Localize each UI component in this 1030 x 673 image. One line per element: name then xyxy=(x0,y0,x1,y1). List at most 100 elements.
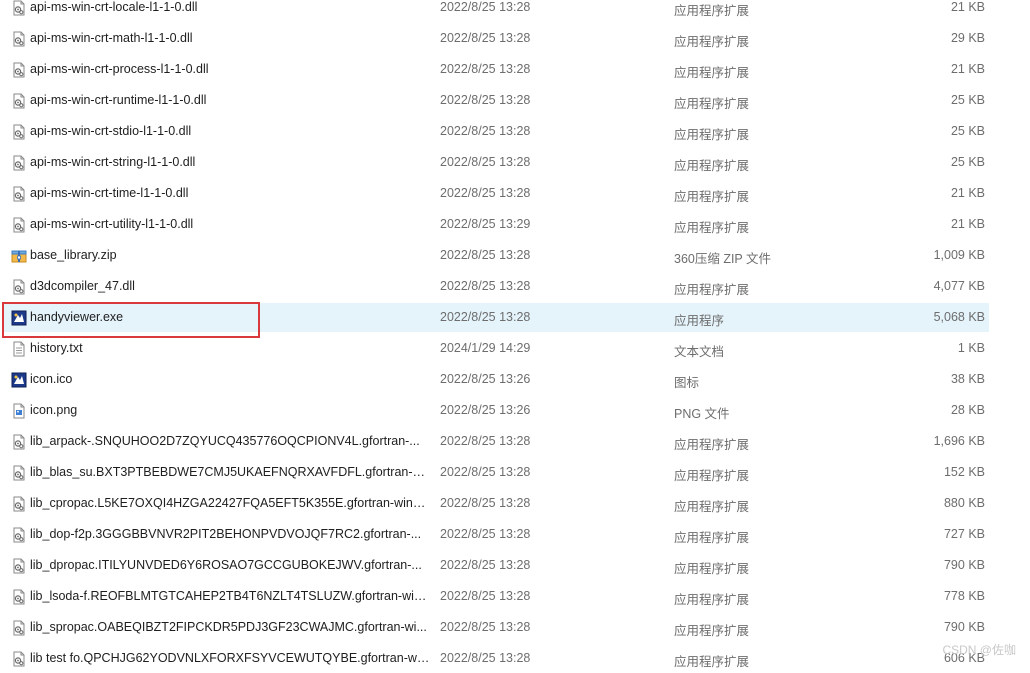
dll-icon xyxy=(11,279,27,295)
file-date-modified: 2022/8/25 13:28 xyxy=(440,62,531,76)
file-row[interactable]: lib_spropac.OABEQIBZT2FIPCKDR5PDJ3GF23CW… xyxy=(4,613,989,642)
file-date-modified: 2022/8/25 13:26 xyxy=(440,372,531,386)
file-size: 1,696 KB xyxy=(933,434,985,448)
file-size: 25 KB xyxy=(950,124,985,138)
dll-icon xyxy=(11,217,27,233)
file-row[interactable]: api-ms-win-crt-utility-l1-1-0.dll 2022/8/… xyxy=(4,210,989,239)
file-date-modified: 2022/8/25 13:28 xyxy=(440,527,531,541)
file-size: 25 KB xyxy=(950,93,985,107)
file-size: 1 KB xyxy=(957,341,985,355)
file-type: 应用程序 xyxy=(674,314,725,328)
dll-icon xyxy=(11,62,27,78)
file-row[interactable]: handyviewer.exe 2022/8/25 13:28 应用程序 5,068 … xyxy=(4,303,989,332)
dll-icon xyxy=(11,496,27,512)
file-size: 38 KB xyxy=(950,372,985,386)
file-date-modified: 2022/8/25 13:28 xyxy=(440,31,531,45)
file-name: icon.ico xyxy=(30,372,73,386)
file-type: 文本文档 xyxy=(674,345,725,359)
file-row[interactable]: history.txt 2024/1/29 14:29 文本文档 1 KB xyxy=(4,334,989,363)
file-size: 152 KB xyxy=(943,465,985,479)
file-size: 790 KB xyxy=(943,620,985,634)
dll-icon xyxy=(11,558,27,574)
file-size: 21 KB xyxy=(950,217,985,231)
file-type: 应用程序扩展 xyxy=(674,66,750,80)
dll-icon xyxy=(11,186,27,202)
file-date-modified: 2022/8/25 13:28 xyxy=(440,0,531,14)
file-name: d3dcompiler_47.dll xyxy=(30,279,135,293)
file-type: 应用程序扩展 xyxy=(674,562,750,576)
file-row[interactable]: api-ms-win-crt-process-l1-1-0.dll 2022/8/… xyxy=(4,55,989,84)
file-date-modified: 2022/8/25 13:28 xyxy=(440,651,531,665)
file-row[interactable]: api-ms-win-crt-stdio-l1-1-0.dll 2022/8/25… xyxy=(4,117,989,146)
file-row[interactable]: lib_dpropac.ITILYUNVDED6Y6ROSAO7GCCGUBOK… xyxy=(4,551,989,580)
file-name: api-ms-win-crt-process-l1-1-0.dll xyxy=(30,62,209,76)
file-size: 778 KB xyxy=(943,589,985,603)
file-date-modified: 2022/8/25 13:29 xyxy=(440,217,531,231)
file-type: 应用程序扩展 xyxy=(674,128,750,142)
file-date-modified: 2022/8/25 13:28 xyxy=(440,558,531,572)
file-name: base_library.zip xyxy=(30,248,117,262)
zip-archive-icon xyxy=(11,248,27,264)
file-size: 1,009 KB xyxy=(933,248,985,262)
dll-icon xyxy=(11,0,27,16)
file-row[interactable]: lib test fo.QPCHJG62YODVNLXFORXFSYVCEWUT… xyxy=(4,644,989,673)
file-date-modified: 2022/8/25 13:26 xyxy=(440,403,531,417)
file-row[interactable]: icon.png 2022/8/25 13:26 PNG 文件 28 KB xyxy=(4,396,989,425)
file-name: lib_blas_su.BXT3PTBEBDWE7CMJ5UKAEFNQRXAV… xyxy=(30,465,430,479)
file-type: 应用程序扩展 xyxy=(674,283,750,297)
file-name: api-ms-win-crt-string-l1-1-0.dll xyxy=(30,155,196,169)
file-row[interactable]: lib_arpack-.SNQUHOO2D7ZQYUCQ435776OQCPIO… xyxy=(4,427,989,456)
file-name: handyviewer.exe xyxy=(30,310,124,324)
file-name: api-ms-win-crt-stdio-l1-1-0.dll xyxy=(30,124,192,138)
dll-icon xyxy=(11,31,27,47)
file-size: 21 KB xyxy=(950,62,985,76)
file-size: 28 KB xyxy=(950,403,985,417)
file-date-modified: 2022/8/25 13:28 xyxy=(440,589,531,603)
file-row[interactable]: lib_cpropac.L5KE7OXQI4HZGA22427FQA5EFT5K… xyxy=(4,489,989,518)
app-exe-icon xyxy=(11,310,27,326)
file-name: lib_arpack-.SNQUHOO2D7ZQYUCQ435776OQCPIO… xyxy=(30,434,420,448)
file-date-modified: 2022/8/25 13:28 xyxy=(440,186,531,200)
file-row[interactable]: api-ms-win-crt-runtime-l1-1-0.dll 2022/8/… xyxy=(4,86,989,115)
file-type: 应用程序扩展 xyxy=(674,35,750,49)
file-name: api-ms-win-crt-runtime-l1-1-0.dll xyxy=(30,93,207,107)
file-date-modified: 2022/8/25 13:28 xyxy=(440,465,531,479)
file-date-modified: 2022/8/25 13:28 xyxy=(440,279,531,293)
watermark: CSDN @佐咖 xyxy=(942,643,1016,657)
file-size: 880 KB xyxy=(943,496,985,510)
file-size: 727 KB xyxy=(943,527,985,541)
file-date-modified: 2022/8/25 13:28 xyxy=(440,434,531,448)
file-size: 21 KB xyxy=(950,0,985,14)
file-name: lib_dpropac.ITILYUNVDED6Y6ROSAO7GCCGUBOK… xyxy=(30,558,422,572)
file-name: lib_cpropac.L5KE7OXQI4HZGA22427FQA5EFT5K… xyxy=(30,496,430,510)
file-type: 应用程序扩展 xyxy=(674,221,750,235)
file-date-modified: 2022/8/25 13:28 xyxy=(440,93,531,107)
file-row[interactable]: base_library.zip 2022/8/25 13:28 360压缩 ZIP… xyxy=(4,241,989,270)
file-type: 应用程序扩展 xyxy=(674,159,750,173)
file-name: lib test fo.QPCHJG62YODVNLXFORXFSYVCEWUT… xyxy=(30,651,430,665)
file-row[interactable]: d3dcompiler_47.dll 2022/8/25 13:28 应用程序扩展 4… xyxy=(4,272,989,301)
file-date-modified: 2022/8/25 13:28 xyxy=(440,124,531,138)
file-row[interactable]: lib_dop-f2p.3GGGBBVNVR2PIT2BEHONPVDVOJQF… xyxy=(4,520,989,549)
file-type: 应用程序扩展 xyxy=(674,4,750,18)
file-name: history.txt xyxy=(30,341,83,355)
file-row[interactable]: api-ms-win-crt-string-l1-1-0.dll 2022/8/2… xyxy=(4,148,989,177)
file-date-modified: 2022/8/25 13:28 xyxy=(440,620,531,634)
file-row[interactable]: icon.ico 2022/8/25 13:26 图标 38 KB xyxy=(4,365,989,394)
file-size: 25 KB xyxy=(950,155,985,169)
file-row[interactable]: api-ms-win-crt-time-l1-1-0.dll 2022/8/25 … xyxy=(4,179,989,208)
file-row[interactable]: lib_blas_su.BXT3PTBEBDWE7CMJ5UKAEFNQRXAV… xyxy=(4,458,989,487)
file-row[interactable]: lib_lsoda-f.REOFBLMTGTCAHEP2TB4T6NZLT4TS… xyxy=(4,582,989,611)
file-list: api-ms-win-crt-locale-l1-1-0.dll 2022/8/2… xyxy=(0,0,1030,669)
file-date-modified: 2022/8/25 13:28 xyxy=(440,248,531,262)
file-name: lib_spropac.OABEQIBZT2FIPCKDR5PDJ3GF23CW… xyxy=(30,620,427,634)
file-type: 应用程序扩展 xyxy=(674,190,750,204)
file-row[interactable]: api-ms-win-crt-math-l1-1-0.dll 2022/8/25 … xyxy=(4,24,989,53)
dll-icon xyxy=(11,155,27,171)
file-type: 应用程序扩展 xyxy=(674,655,750,669)
dll-icon xyxy=(11,589,27,605)
file-row[interactable]: api-ms-win-crt-locale-l1-1-0.dll 2022/8/2… xyxy=(4,0,989,22)
file-date-modified: 2024/1/29 14:29 xyxy=(440,341,531,355)
file-type: 应用程序扩展 xyxy=(674,97,750,111)
file-date-modified: 2022/8/25 13:28 xyxy=(440,496,531,510)
